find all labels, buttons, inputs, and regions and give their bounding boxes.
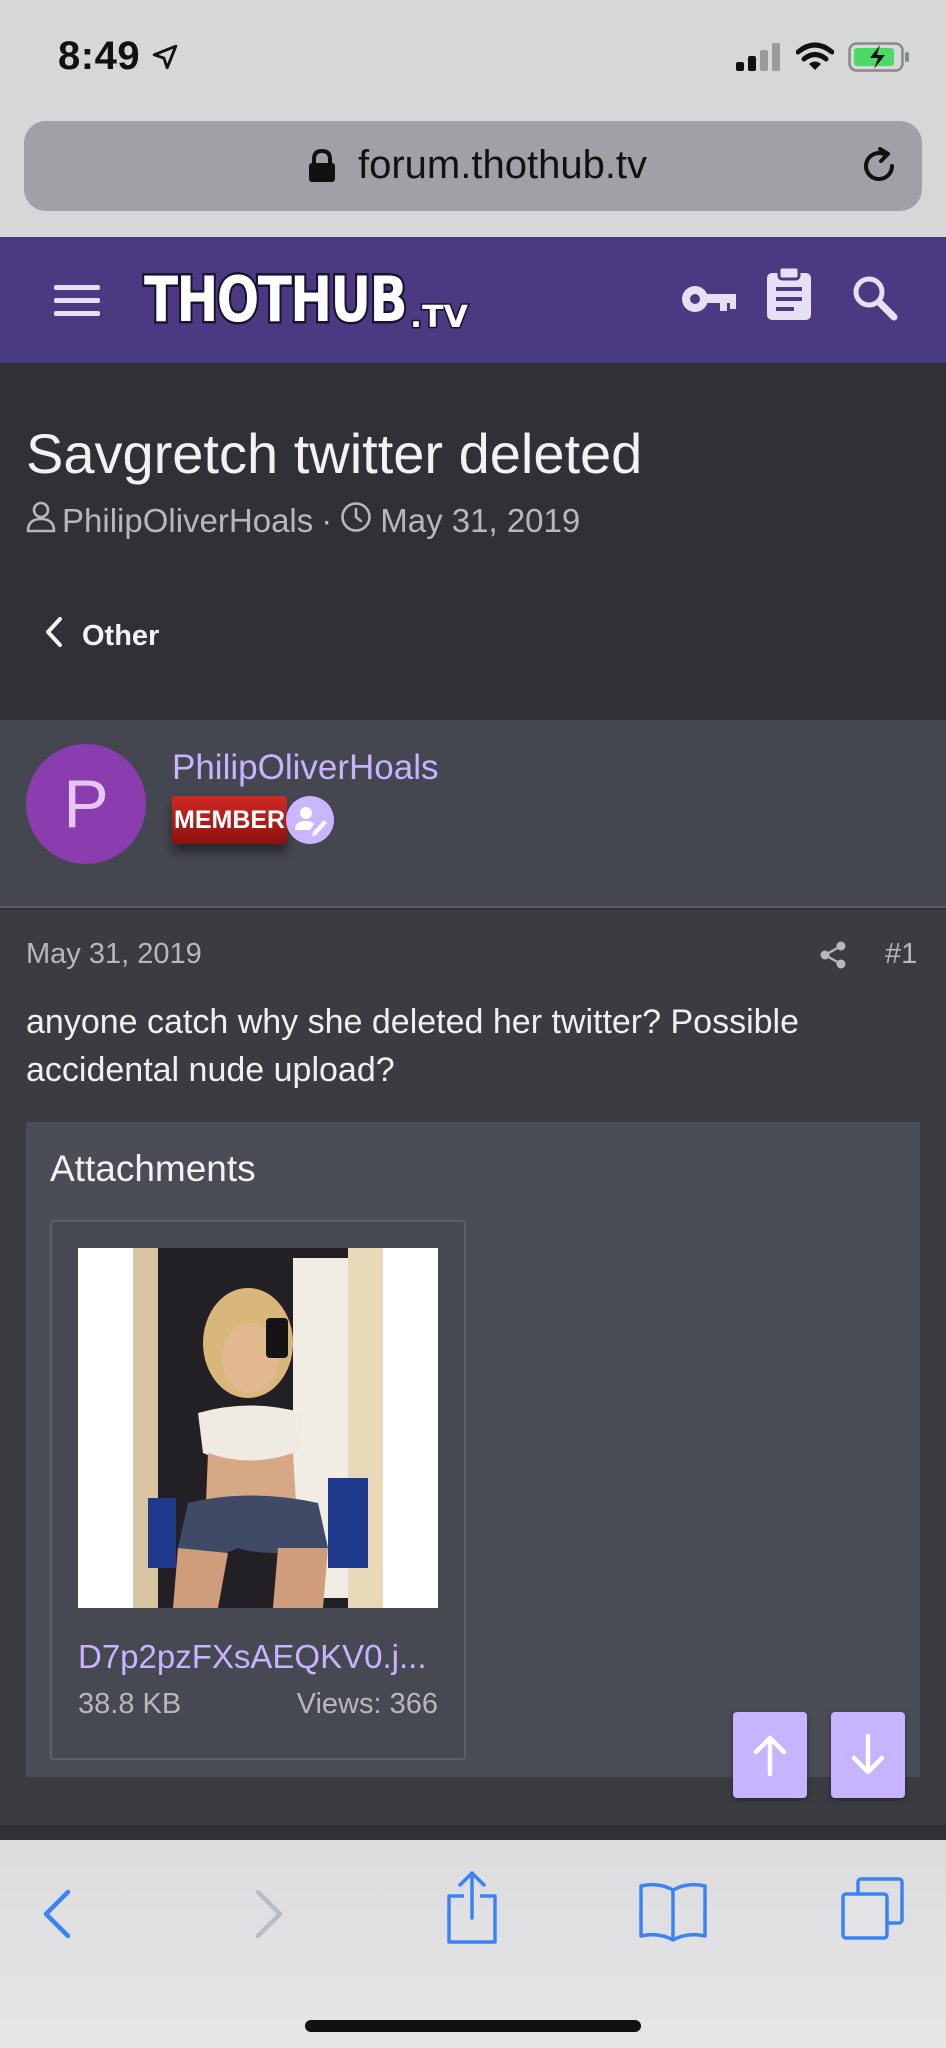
post-date[interactable]: May 31, 2019: [26, 938, 202, 971]
avatar[interactable]: P: [26, 744, 146, 864]
svg-text:.TV: .TV: [410, 300, 469, 335]
user-icon: [26, 501, 56, 541]
signal-icon: [736, 43, 782, 76]
breadcrumb-back[interactable]: Other: [44, 616, 159, 656]
attachment-size: 38.8 KB: [78, 1688, 182, 1720]
svg-text:THOTHUB: THOTHUB: [144, 263, 406, 336]
location-arrow-icon: [152, 44, 178, 75]
thread-meta: PhilipOliverHoals · May 31, 2019: [26, 501, 580, 541]
post-number[interactable]: #1: [885, 938, 917, 971]
menu-icon[interactable]: [54, 285, 100, 317]
thread-date[interactable]: May 31, 2019: [380, 502, 580, 540]
scroll-bottom-button[interactable]: [831, 1712, 905, 1798]
thread-title: Savgretch twitter deleted: [26, 422, 643, 485]
chevron-left-icon: [44, 616, 64, 656]
reload-icon[interactable]: [858, 145, 900, 192]
site-logo[interactable]: THOTHUB .TV: [142, 261, 472, 341]
attachment-card[interactable]: D7p2pzFXsAEQKV0.j... 38.8 KB Views: 366: [50, 1220, 466, 1760]
meta-separator: ·: [321, 502, 333, 539]
attachment-thumbnail[interactable]: [78, 1248, 438, 1608]
clipboard-icon[interactable]: [766, 265, 812, 326]
post-body: May 31, 2019 #1 anyone catch why she del…: [0, 910, 946, 1825]
scroll-top-button[interactable]: [733, 1712, 807, 1798]
breadcrumb-label: Other: [82, 619, 160, 652]
share-icon[interactable]: [818, 940, 848, 975]
post-username[interactable]: PhilipOliverHoals: [172, 748, 438, 788]
lock-icon: [308, 148, 336, 188]
clock-icon: [340, 501, 372, 541]
attachments-title: Attachments: [50, 1148, 256, 1189]
search-icon[interactable]: [850, 273, 898, 326]
attachment-filename[interactable]: D7p2pzFXsAEQKV0.j...: [78, 1638, 426, 1676]
status-time: 8:49: [58, 34, 141, 78]
attachments-block: Attachments D7p2pzFXsAEQKV0.j... 38.8 KB…: [26, 1122, 920, 1777]
bookmarks-icon[interactable]: [638, 1880, 708, 1947]
tabs-icon[interactable]: [840, 1876, 906, 1947]
thread-header: Savgretch twitter deleted PhilipOliverHo…: [0, 363, 946, 720]
share-sheet-icon[interactable]: [446, 1870, 498, 1949]
attachment-views: Views: 366: [296, 1688, 438, 1720]
browser-chrome-top: forum.thothub.tv: [0, 115, 946, 237]
back-icon[interactable]: [38, 1886, 78, 1947]
key-icon[interactable]: [680, 281, 738, 322]
post-user-bar: P PhilipOliverHoals MEMBER: [0, 720, 946, 908]
arrow-up-icon: [753, 1735, 787, 1777]
post-text: anyone catch why she deleted her twitter…: [26, 1003, 800, 1089]
address-bar[interactable]: forum.thothub.tv: [24, 121, 922, 211]
user-edit-icon: [286, 796, 334, 844]
arrow-down-icon: [851, 1733, 885, 1775]
forward-icon[interactable]: [248, 1886, 288, 1947]
status-bar: 8:49: [0, 0, 946, 115]
thread-author[interactable]: PhilipOliverHoals: [62, 502, 313, 540]
home-indicator[interactable]: [305, 2020, 641, 2032]
wifi-icon: [795, 42, 835, 77]
browser-toolbar: [0, 1840, 946, 2048]
url-text: forum.thothub.tv: [358, 143, 648, 187]
role-badge: MEMBER: [172, 796, 288, 844]
site-header: THOTHUB .TV: [0, 237, 946, 363]
battery-charging-icon: [848, 42, 910, 77]
